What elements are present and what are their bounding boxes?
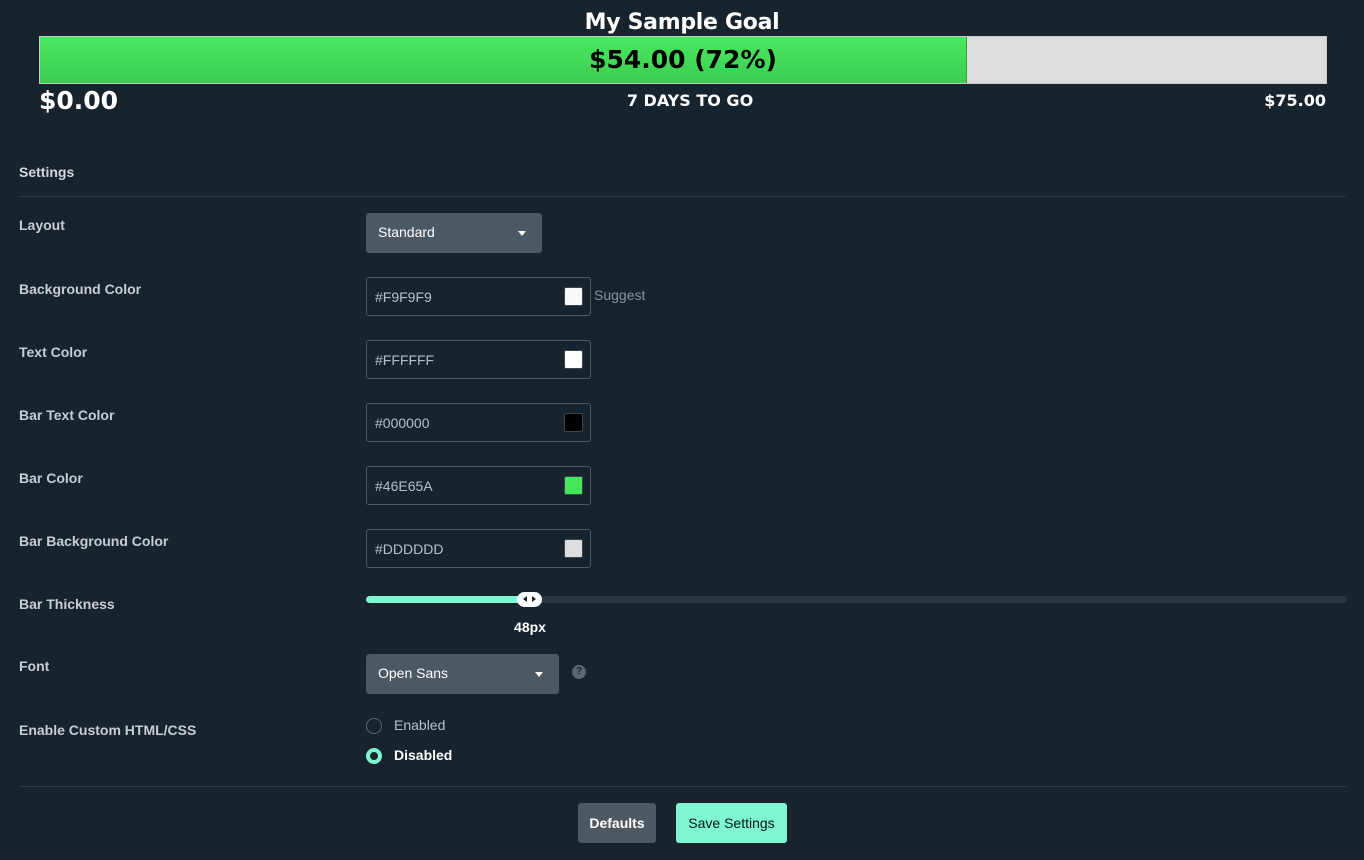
goal-title: My Sample Goal bbox=[584, 10, 780, 35]
bar-color-label: Bar Color bbox=[19, 470, 83, 486]
layout-select[interactable]: Standard bbox=[366, 213, 542, 253]
arrow-left-icon bbox=[523, 596, 527, 602]
goal-days-left: 7 DAYS TO GO bbox=[626, 91, 754, 110]
chevron-down-icon bbox=[518, 231, 526, 236]
bar-color-swatch[interactable] bbox=[564, 476, 583, 495]
bar-text-color-label: Bar Text Color bbox=[19, 407, 115, 423]
bar-thickness-label: Bar Thickness bbox=[19, 596, 115, 612]
goal-end-amount: $75.00 bbox=[1264, 91, 1326, 110]
bar-color-field bbox=[366, 466, 591, 505]
custom-html-radio-enabled[interactable] bbox=[366, 718, 382, 734]
bar-color-input[interactable] bbox=[375, 476, 545, 496]
custom-html-radio-enabled-label[interactable]: Enabled bbox=[394, 717, 445, 733]
font-select-value: Open Sans bbox=[378, 665, 449, 681]
suggest-link[interactable]: Suggest bbox=[594, 287, 645, 303]
layout-label: Layout bbox=[19, 217, 65, 233]
question-circle-icon[interactable]: ? bbox=[572, 665, 586, 679]
chevron-down-icon bbox=[535, 672, 543, 677]
text-color-swatch[interactable] bbox=[564, 350, 583, 369]
background-color-field bbox=[366, 277, 591, 316]
bar-thickness-value: 48px bbox=[514, 619, 546, 635]
text-color-field bbox=[366, 340, 591, 379]
settings-title: Settings bbox=[19, 164, 75, 180]
font-select[interactable]: Open Sans bbox=[366, 654, 559, 694]
background-color-swatch[interactable] bbox=[564, 287, 583, 306]
text-color-input[interactable] bbox=[375, 350, 545, 370]
bar-background-color-swatch[interactable] bbox=[564, 539, 583, 558]
bar-text-color-input[interactable] bbox=[375, 413, 545, 433]
settings-divider bbox=[19, 196, 1346, 197]
goal-progress-bar: $54.00 (72%) bbox=[39, 36, 1327, 84]
goal-progress-label: $54.00 (72%) bbox=[589, 45, 777, 74]
custom-html-radio-disabled[interactable] bbox=[366, 748, 382, 764]
footer-divider bbox=[19, 786, 1346, 787]
custom-html-radio-disabled-label[interactable]: Disabled bbox=[394, 747, 452, 763]
arrow-right-icon bbox=[532, 596, 536, 602]
save-settings-button[interactable]: Save Settings bbox=[676, 803, 787, 843]
bar-text-color-field bbox=[366, 403, 591, 442]
font-label: Font bbox=[19, 658, 50, 674]
bar-thickness-slider-fill bbox=[366, 596, 530, 603]
custom-html-label: Enable Custom HTML/CSS bbox=[19, 722, 197, 738]
bar-thickness-slider[interactable] bbox=[366, 596, 1347, 603]
bar-background-color-field bbox=[366, 529, 591, 568]
background-color-input[interactable] bbox=[375, 287, 545, 307]
bar-thickness-slider-handle[interactable] bbox=[517, 592, 542, 607]
background-color-label: Background Color bbox=[19, 281, 142, 297]
bar-background-color-label: Bar Background Color bbox=[19, 533, 169, 549]
bar-background-color-input[interactable] bbox=[375, 539, 545, 559]
text-color-label: Text Color bbox=[19, 344, 88, 360]
bar-text-color-swatch[interactable] bbox=[564, 413, 583, 432]
layout-select-value: Standard bbox=[378, 224, 435, 240]
defaults-button[interactable]: Defaults bbox=[578, 803, 656, 843]
